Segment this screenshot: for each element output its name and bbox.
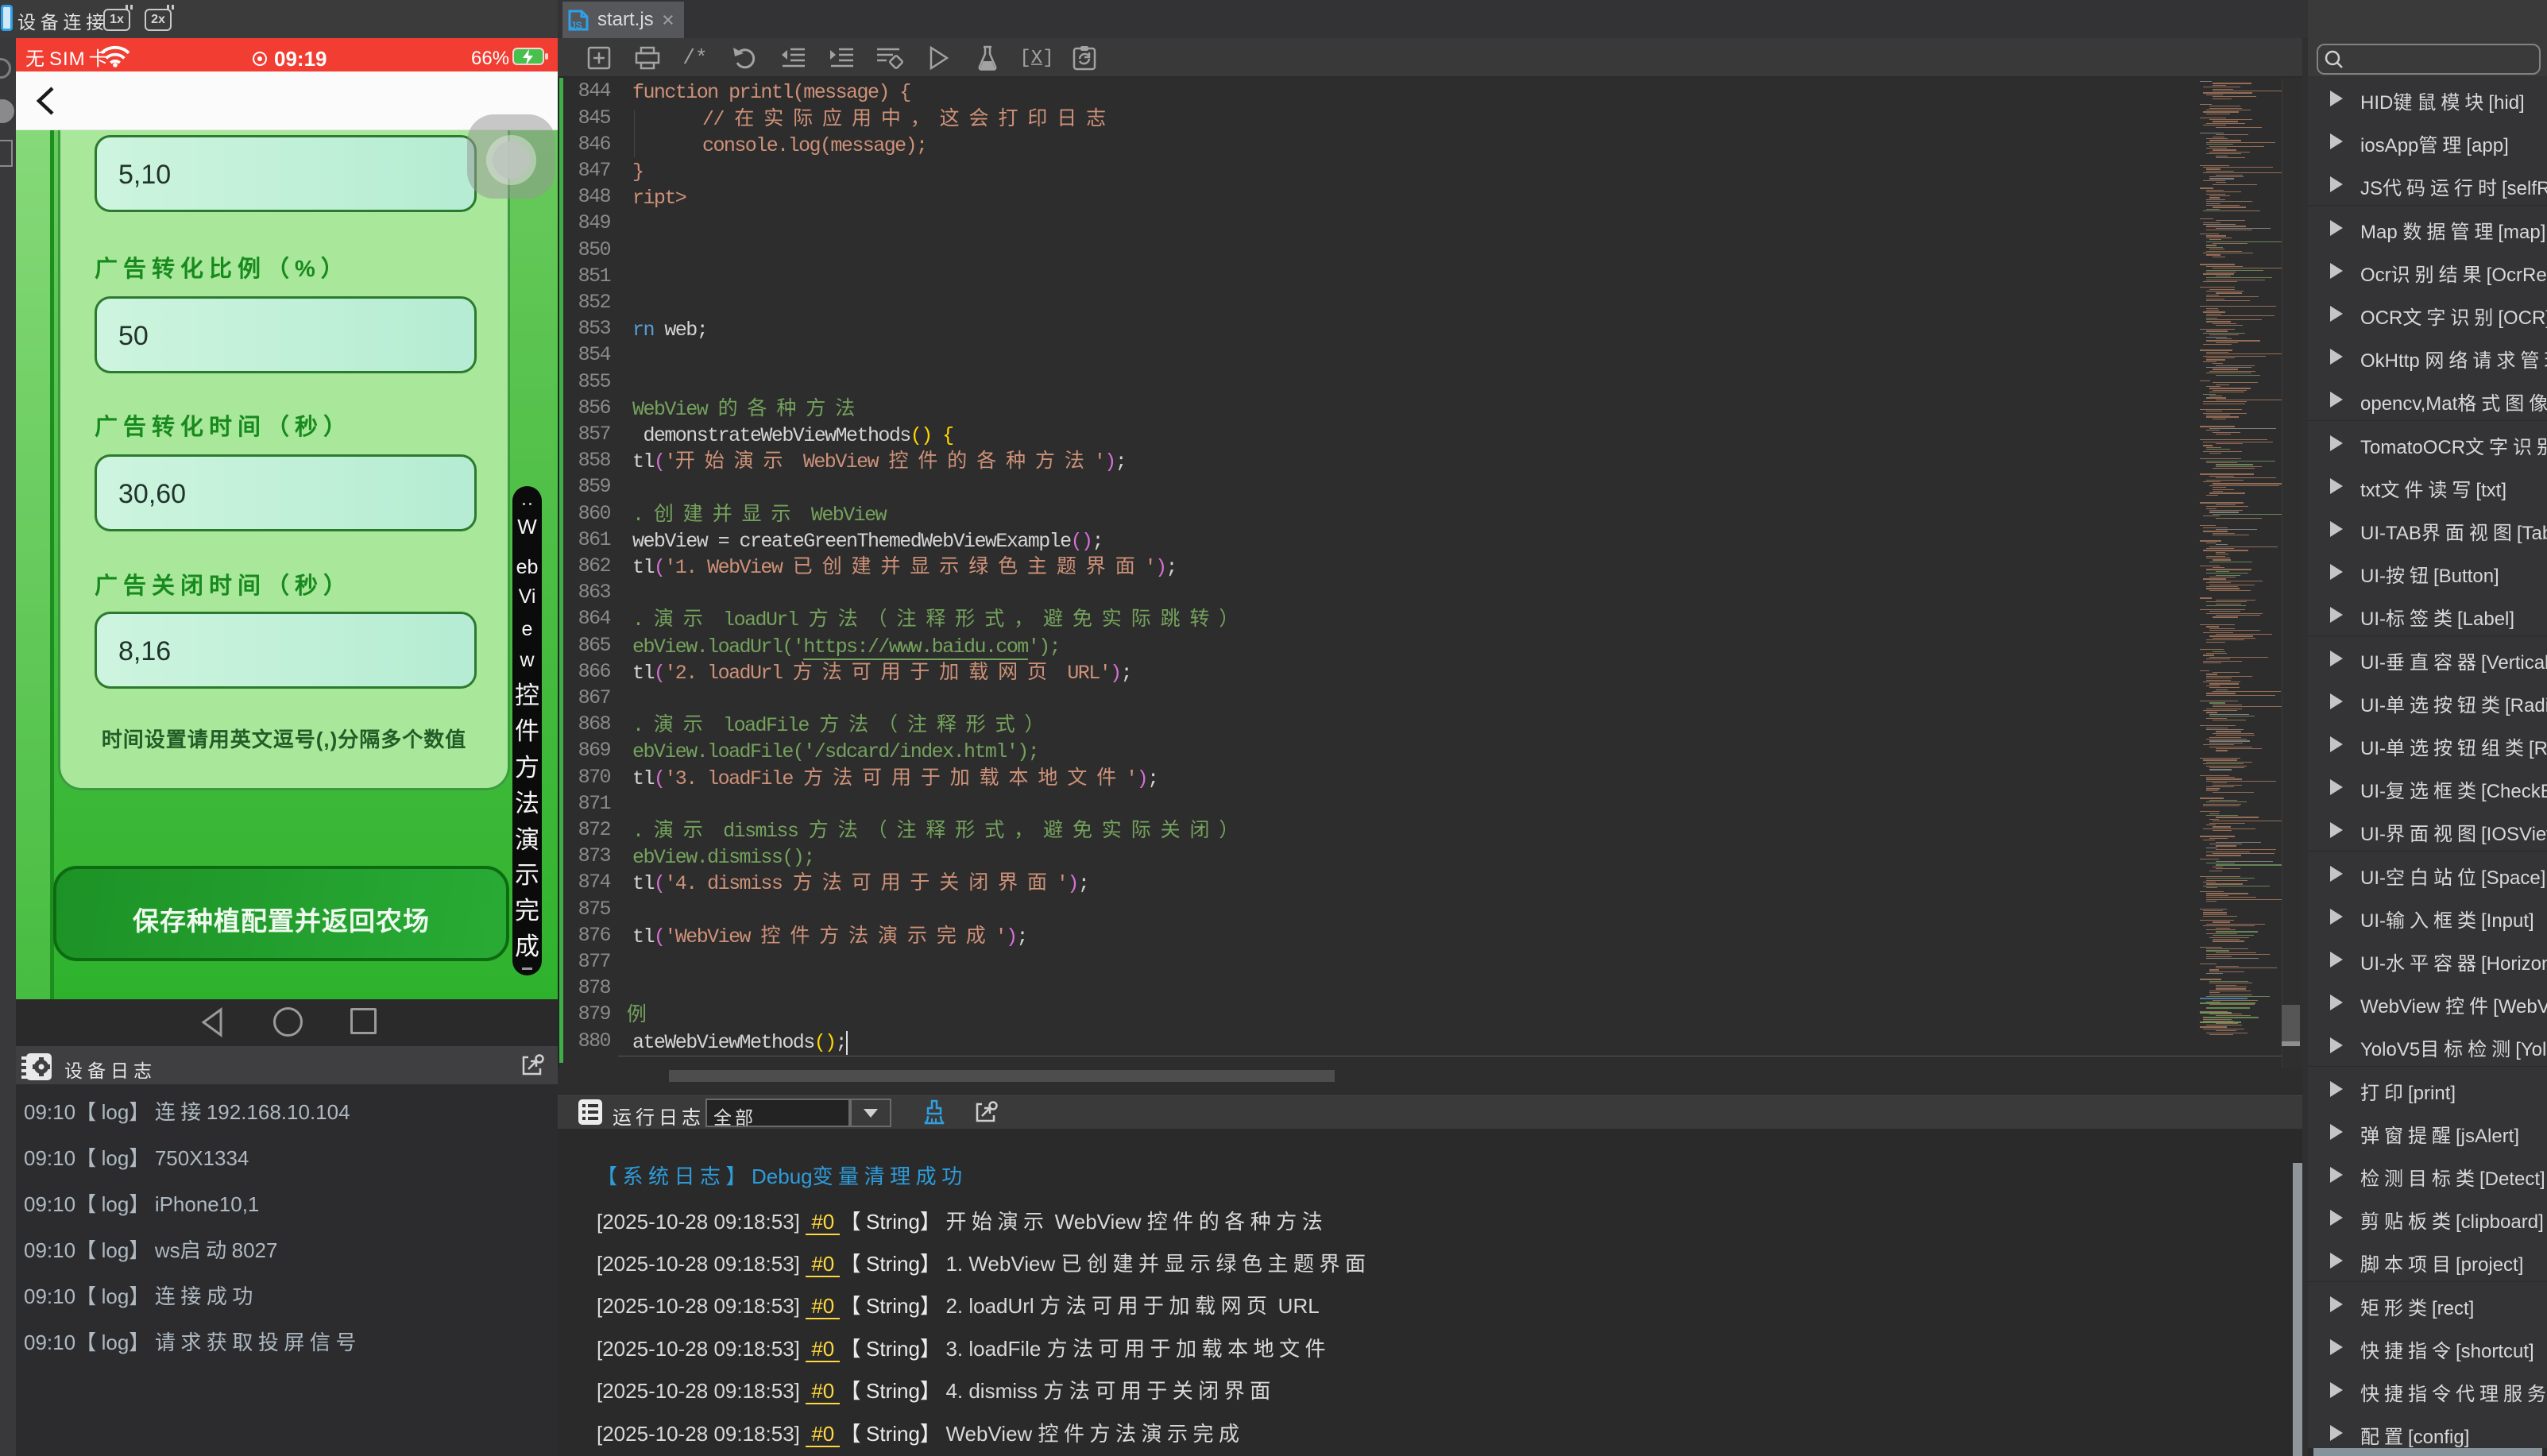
svg-text:JS: JS: [570, 20, 582, 31]
